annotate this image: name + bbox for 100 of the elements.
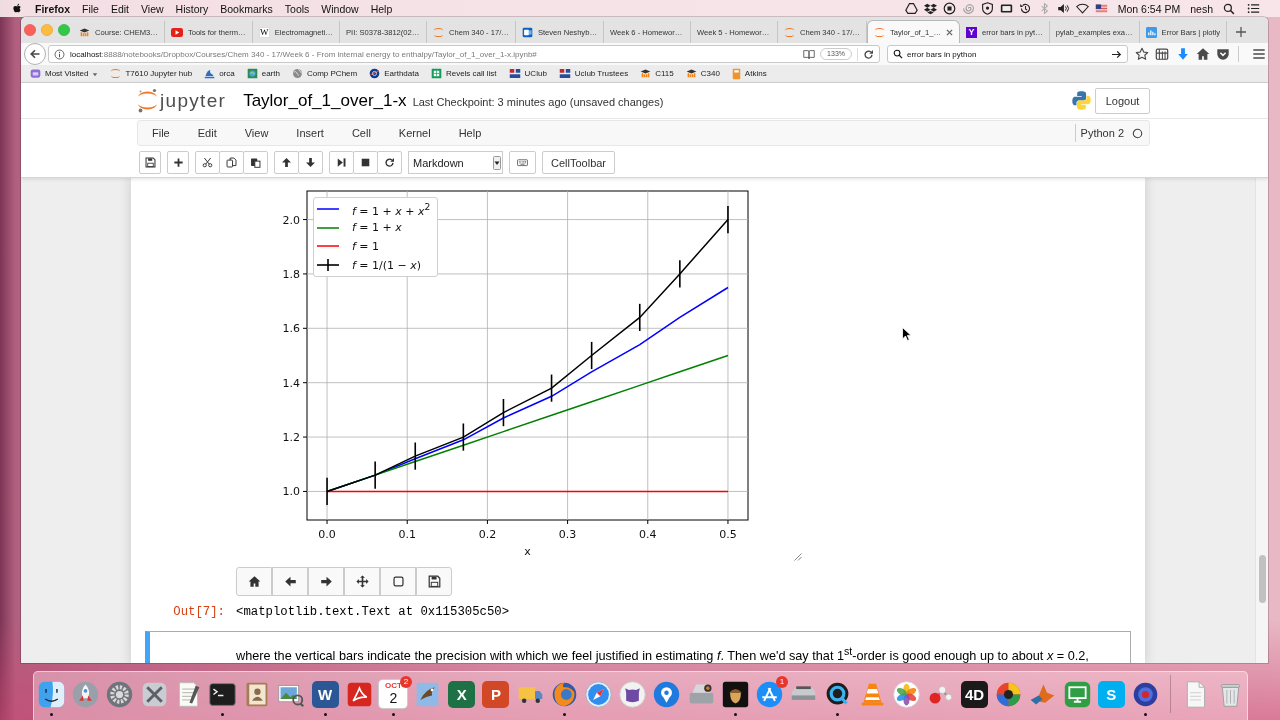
arrow-right-icon[interactable] bbox=[1111, 48, 1122, 60]
list-icon[interactable] bbox=[1247, 2, 1260, 15]
menu-item[interactable]: Tools bbox=[284, 2, 310, 15]
address-field[interactable]: localhost:8888/notebooks/Dropbox/Courses/Chem 340 - 17/Week 6 - From internal energy to enthalpy/Taylor_of_1_over_1-x.ipynb# bbox=[70, 49, 799, 59]
shield-icon[interactable] bbox=[980, 2, 994, 15]
menu-item[interactable]: File bbox=[138, 127, 184, 139]
bookmark-item[interactable]: Atkins bbox=[731, 67, 767, 80]
star-icon[interactable] bbox=[1135, 47, 1149, 61]
app-tile[interactable]: 4D bbox=[961, 680, 989, 708]
resize-handle-icon[interactable] bbox=[794, 553, 802, 561]
move-arrows-icon bbox=[355, 575, 369, 588]
save-button[interactable] bbox=[139, 151, 161, 174]
move-down-button[interactable] bbox=[298, 151, 323, 174]
app-tile[interactable]: P bbox=[482, 680, 510, 708]
face-icon[interactable] bbox=[37, 679, 66, 709]
cell-type-dropdown[interactable]: Markdown bbox=[408, 151, 503, 174]
floppy-icon bbox=[144, 157, 156, 168]
home-button[interactable] bbox=[236, 567, 272, 596]
forward-button[interactable] bbox=[308, 567, 344, 596]
stop-button[interactable] bbox=[353, 151, 378, 174]
menu-item[interactable]: Bookmarks bbox=[220, 2, 273, 15]
bookmark-item[interactable]: C340 bbox=[685, 68, 720, 79]
search-icon[interactable] bbox=[1223, 2, 1235, 15]
menu-item[interactable]: Edit bbox=[110, 2, 130, 15]
clock-arrow-icon[interactable] bbox=[1018, 2, 1032, 15]
store-icon[interactable] bbox=[754, 679, 784, 709]
monitor-icon[interactable] bbox=[1062, 679, 1092, 709]
cell-toolbar-button[interactable]: CellToolbar bbox=[542, 151, 616, 174]
menu-item[interactable]: Kernel bbox=[384, 127, 445, 139]
app-tile[interactable]: W bbox=[311, 680, 339, 708]
bookmark-item[interactable]: Earthdata bbox=[369, 68, 419, 79]
screen-icon[interactable] bbox=[999, 2, 1013, 15]
add-cell-button[interactable] bbox=[167, 151, 189, 174]
cat-icon[interactable] bbox=[618, 679, 648, 709]
reload-icon[interactable] bbox=[863, 48, 874, 60]
bookmark-item[interactable]: earth bbox=[246, 68, 280, 79]
search-field[interactable]: error bars in python bbox=[887, 45, 1128, 63]
bookmark-item[interactable]: orca bbox=[204, 68, 235, 79]
book-icon[interactable] bbox=[803, 48, 816, 60]
rocket-icon[interactable] bbox=[71, 679, 101, 709]
menu-item[interactable]: View bbox=[141, 2, 164, 15]
cut-button[interactable] bbox=[195, 151, 220, 174]
keyboard-button[interactable] bbox=[509, 151, 536, 174]
menu-item[interactable]: Help bbox=[444, 127, 496, 139]
back-button[interactable] bbox=[24, 43, 46, 65]
menu-item[interactable]: Insert bbox=[282, 127, 338, 139]
record-icon[interactable] bbox=[942, 2, 956, 15]
user-name[interactable]: nesh bbox=[1190, 2, 1213, 15]
logout-button[interactable]: Logout bbox=[1095, 87, 1150, 114]
chevron-shield-icon[interactable] bbox=[1216, 47, 1231, 61]
download-button[interactable] bbox=[416, 567, 452, 596]
bookmark-item[interactable]: Comp PChem bbox=[291, 68, 358, 79]
notebook-title[interactable]: Taylor_of_1_over_1-x bbox=[243, 90, 407, 111]
bookmark-item[interactable]: Uclub Trustees bbox=[558, 68, 629, 79]
menu-item[interactable]: Cell bbox=[337, 127, 385, 139]
acorn-icon[interactable] bbox=[720, 679, 750, 709]
bookmark-item[interactable]: UClub bbox=[508, 68, 547, 79]
app-tile[interactable]: X bbox=[448, 680, 476, 708]
speaker-icon[interactable] bbox=[1056, 2, 1070, 15]
gear-icon[interactable] bbox=[105, 679, 135, 709]
restart-button[interactable] bbox=[377, 151, 402, 174]
menu-item[interactable]: Edit bbox=[183, 127, 231, 139]
new-tab-button[interactable] bbox=[1236, 27, 1247, 37]
flag-icon[interactable] bbox=[1094, 2, 1108, 15]
triangle-icon[interactable] bbox=[904, 2, 918, 15]
bookmark-item[interactable]: Most Visited bbox=[30, 68, 99, 79]
paste-button[interactable] bbox=[243, 151, 268, 174]
copy-button[interactable] bbox=[219, 151, 244, 174]
clock-text[interactable]: Mon 6:54 PM bbox=[1117, 2, 1181, 15]
caret-icon bbox=[493, 155, 501, 170]
info-icon[interactable] bbox=[54, 48, 65, 60]
menu-icon[interactable] bbox=[1251, 47, 1266, 61]
zoom-rect-button[interactable] bbox=[380, 567, 416, 596]
close-button[interactable] bbox=[24, 24, 36, 36]
home-icon[interactable] bbox=[1195, 47, 1210, 61]
back-button[interactable] bbox=[272, 567, 308, 596]
pan-button[interactable] bbox=[344, 567, 380, 596]
scrollbar-track[interactable] bbox=[1255, 178, 1268, 663]
apple-icon[interactable] bbox=[12, 2, 23, 15]
output-text: <matplotlib.text.Text at 0x115305c50> bbox=[236, 605, 510, 620]
menu-item[interactable]: Help bbox=[370, 2, 393, 15]
move-up-button[interactable] bbox=[274, 151, 299, 174]
diamonds-icon[interactable] bbox=[923, 2, 937, 15]
menu-item[interactable]: History bbox=[175, 2, 209, 15]
menu-item[interactable]: File bbox=[82, 2, 99, 15]
run-button[interactable] bbox=[329, 151, 354, 174]
scrollbar-thumb[interactable] bbox=[1259, 555, 1266, 603]
floppy-icon bbox=[427, 575, 441, 588]
menu-item[interactable]: View bbox=[230, 127, 283, 139]
close-icon[interactable] bbox=[946, 28, 953, 36]
menu-item[interactable]: Window bbox=[321, 2, 359, 15]
flower-icon[interactable] bbox=[891, 679, 921, 709]
bookmark-item[interactable]: Revels call list bbox=[430, 68, 497, 79]
compass-icon[interactable] bbox=[584, 679, 613, 709]
app-menu[interactable]: Firefox bbox=[35, 2, 70, 15]
bookmark-item[interactable]: C115 bbox=[640, 68, 674, 79]
bookmark-item[interactable]: T7610 Jupyter hub bbox=[110, 68, 193, 79]
wifi-icon[interactable] bbox=[1075, 2, 1089, 15]
bookshelf-icon[interactable] bbox=[1155, 47, 1170, 61]
location-pin-icon[interactable] bbox=[652, 679, 682, 709]
